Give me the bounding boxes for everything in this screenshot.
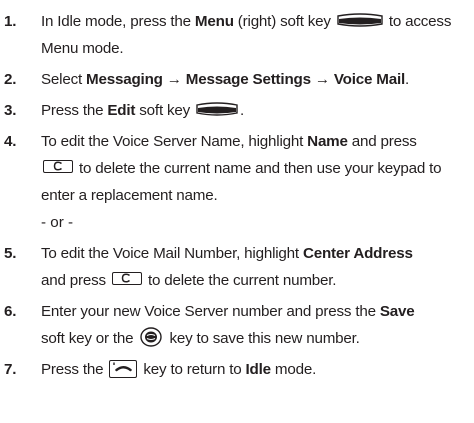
steps-list: 1. In Idle mode, press the Menu (right) …	[0, 8, 474, 209]
step-text: and press	[347, 133, 417, 150]
step-text: soft key	[135, 102, 195, 119]
step-text: .	[240, 102, 245, 119]
step-number: 6.	[4, 303, 17, 320]
step-text: In Idle mode, press the	[41, 13, 195, 30]
clear-key-icon	[43, 160, 73, 174]
step-text: Select	[41, 71, 87, 88]
edit-key-label: Edit	[107, 102, 136, 119]
menu-path: Messaging → Message Settings → Voice Mai…	[86, 71, 406, 88]
step-1: 1. In Idle mode, press the Menu (right) …	[0, 8, 474, 62]
step-6: 6. Enter your new Voice Server number an…	[0, 298, 474, 352]
step-2: 2. Select Messaging → Message Settings →…	[0, 66, 474, 93]
right-soft-key-icon	[335, 13, 385, 27]
step-number: 5.	[4, 245, 17, 262]
step-text: mode.	[270, 361, 317, 378]
step-text: soft key or the	[41, 330, 138, 347]
end-key-icon	[109, 359, 138, 378]
step-text: To edit the Voice Server Name, highlight	[41, 133, 308, 150]
step-text: To edit the Voice Mail Number, highlight	[41, 245, 303, 262]
or-separator: - or -	[41, 214, 74, 231]
clear-key-icon	[111, 272, 142, 286]
step-number: 7.	[4, 361, 17, 378]
left-soft-key-icon	[194, 102, 240, 116]
step-text: to delete the current number.	[143, 272, 337, 289]
step-text: key to return to	[139, 361, 246, 378]
step-number: 4.	[4, 133, 17, 150]
step-text: to delete the current name and then use …	[41, 160, 442, 204]
step-number: 1.	[4, 13, 17, 30]
step-text: Press the	[41, 361, 108, 378]
center-address-label: Center Address	[302, 245, 413, 262]
instruction-page: 1. In Idle mode, press the Menu (right) …	[0, 0, 474, 423]
step-text: (right) soft key	[233, 13, 335, 30]
step-text: .	[405, 71, 410, 88]
step-text: Press the	[41, 102, 108, 119]
step-3: 3. Press the Edit soft key .	[0, 97, 474, 124]
name-field-label: Name	[307, 133, 348, 150]
step-text: Enter your new Voice Server number and p…	[41, 303, 380, 320]
step-number: 2.	[4, 71, 17, 88]
step-text: key to save this new number.	[165, 330, 360, 347]
step-number: 3.	[4, 102, 17, 119]
step-7: 7. Press the key to return to Idle mode.	[0, 356, 474, 383]
ok-key-icon	[140, 327, 163, 347]
steps-list-continued: 5. To edit the Voice Mail Number, highli…	[0, 240, 474, 383]
step-5: 5. To edit the Voice Mail Number, highli…	[0, 240, 474, 294]
step-4: 4. To edit the Voice Server Name, highli…	[0, 128, 474, 209]
idle-mode-label: Idle	[245, 361, 272, 378]
menu-key-label: Menu	[194, 13, 234, 30]
save-key-label: Save	[379, 303, 415, 320]
step-text: and press	[41, 272, 110, 289]
